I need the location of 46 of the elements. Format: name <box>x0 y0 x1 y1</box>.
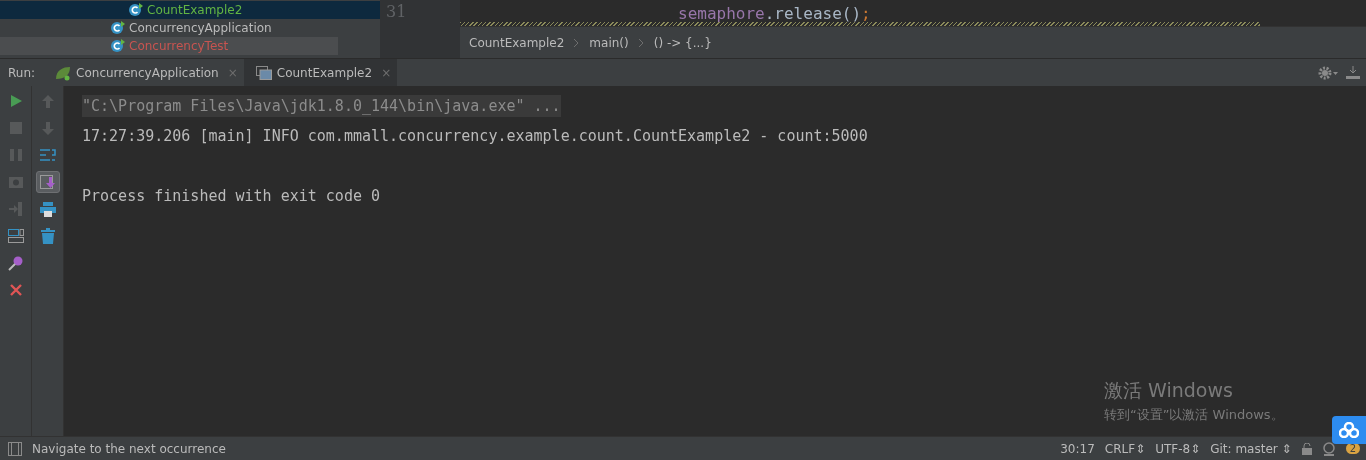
toggle-panels-icon[interactable] <box>8 441 22 456</box>
encoding[interactable]: UTF-8⇕ <box>1155 441 1201 456</box>
exit-icon <box>8 202 23 216</box>
printer-icon <box>39 201 56 217</box>
console-line: Process finished with exit code 0 <box>82 186 380 207</box>
layout-icon <box>7 229 24 243</box>
breadcrumb[interactable]: () -> {...} <box>653 35 712 50</box>
stop-icon <box>9 122 22 134</box>
run-label: Run: <box>7 65 37 80</box>
notification-count[interactable]: 2 <box>1345 443 1360 454</box>
class-icon <box>110 38 126 54</box>
inspector-icon[interactable] <box>1321 441 1336 456</box>
chevron-icon <box>638 38 644 47</box>
breadcrumb[interactable]: main() <box>589 35 629 50</box>
status-message: Navigate to the next occurrence <box>32 441 226 456</box>
soft-wrap-icon <box>39 148 56 162</box>
spring-class-icon <box>110 20 126 36</box>
down-arrow-icon <box>41 121 54 135</box>
git-branch[interactable]: Git: master ⇕ <box>1210 441 1292 456</box>
run-icon <box>8 94 23 108</box>
pause-icon <box>9 149 22 161</box>
cloud-widget[interactable] <box>1332 416 1366 444</box>
console-icon <box>255 65 272 80</box>
up-arrow-icon <box>41 94 54 108</box>
caret-position[interactable]: 30:17 <box>1060 441 1095 456</box>
breadcrumb[interactable]: CountExample2 <box>469 35 565 50</box>
pin-icon <box>7 255 24 271</box>
class-icon <box>128 2 144 18</box>
tree-item[interactable]: ConcurrencyApplication <box>0 19 380 37</box>
run-tab[interactable]: CountExample2 × <box>243 59 398 86</box>
tree-item[interactable]: CountExample2 <box>0 1 380 19</box>
settings-icon[interactable] <box>1318 65 1338 80</box>
activation-message: 转到“设置”以激活 Windows。 <box>1104 406 1284 424</box>
scroll-to-end-icon <box>39 175 56 189</box>
trash-icon <box>40 228 55 244</box>
line-separator[interactable]: CRLF⇕ <box>1104 441 1146 456</box>
chevron-icon <box>574 38 580 47</box>
camera-icon <box>8 176 23 188</box>
close-icon <box>9 284 22 296</box>
hide-panel-icon[interactable] <box>1346 65 1360 80</box>
lock-icon[interactable] <box>1301 442 1312 455</box>
console-line: 17:27:39.206 [main] INFO com.mmall.concurrency.example.count.CountExample2 - count:5000 <box>82 126 868 147</box>
cloud-icon <box>1339 422 1359 438</box>
activation-title: 激活 Windows <box>1104 378 1234 403</box>
spring-app-icon <box>55 64 72 81</box>
scroll-to-end-button[interactable] <box>35 171 60 193</box>
